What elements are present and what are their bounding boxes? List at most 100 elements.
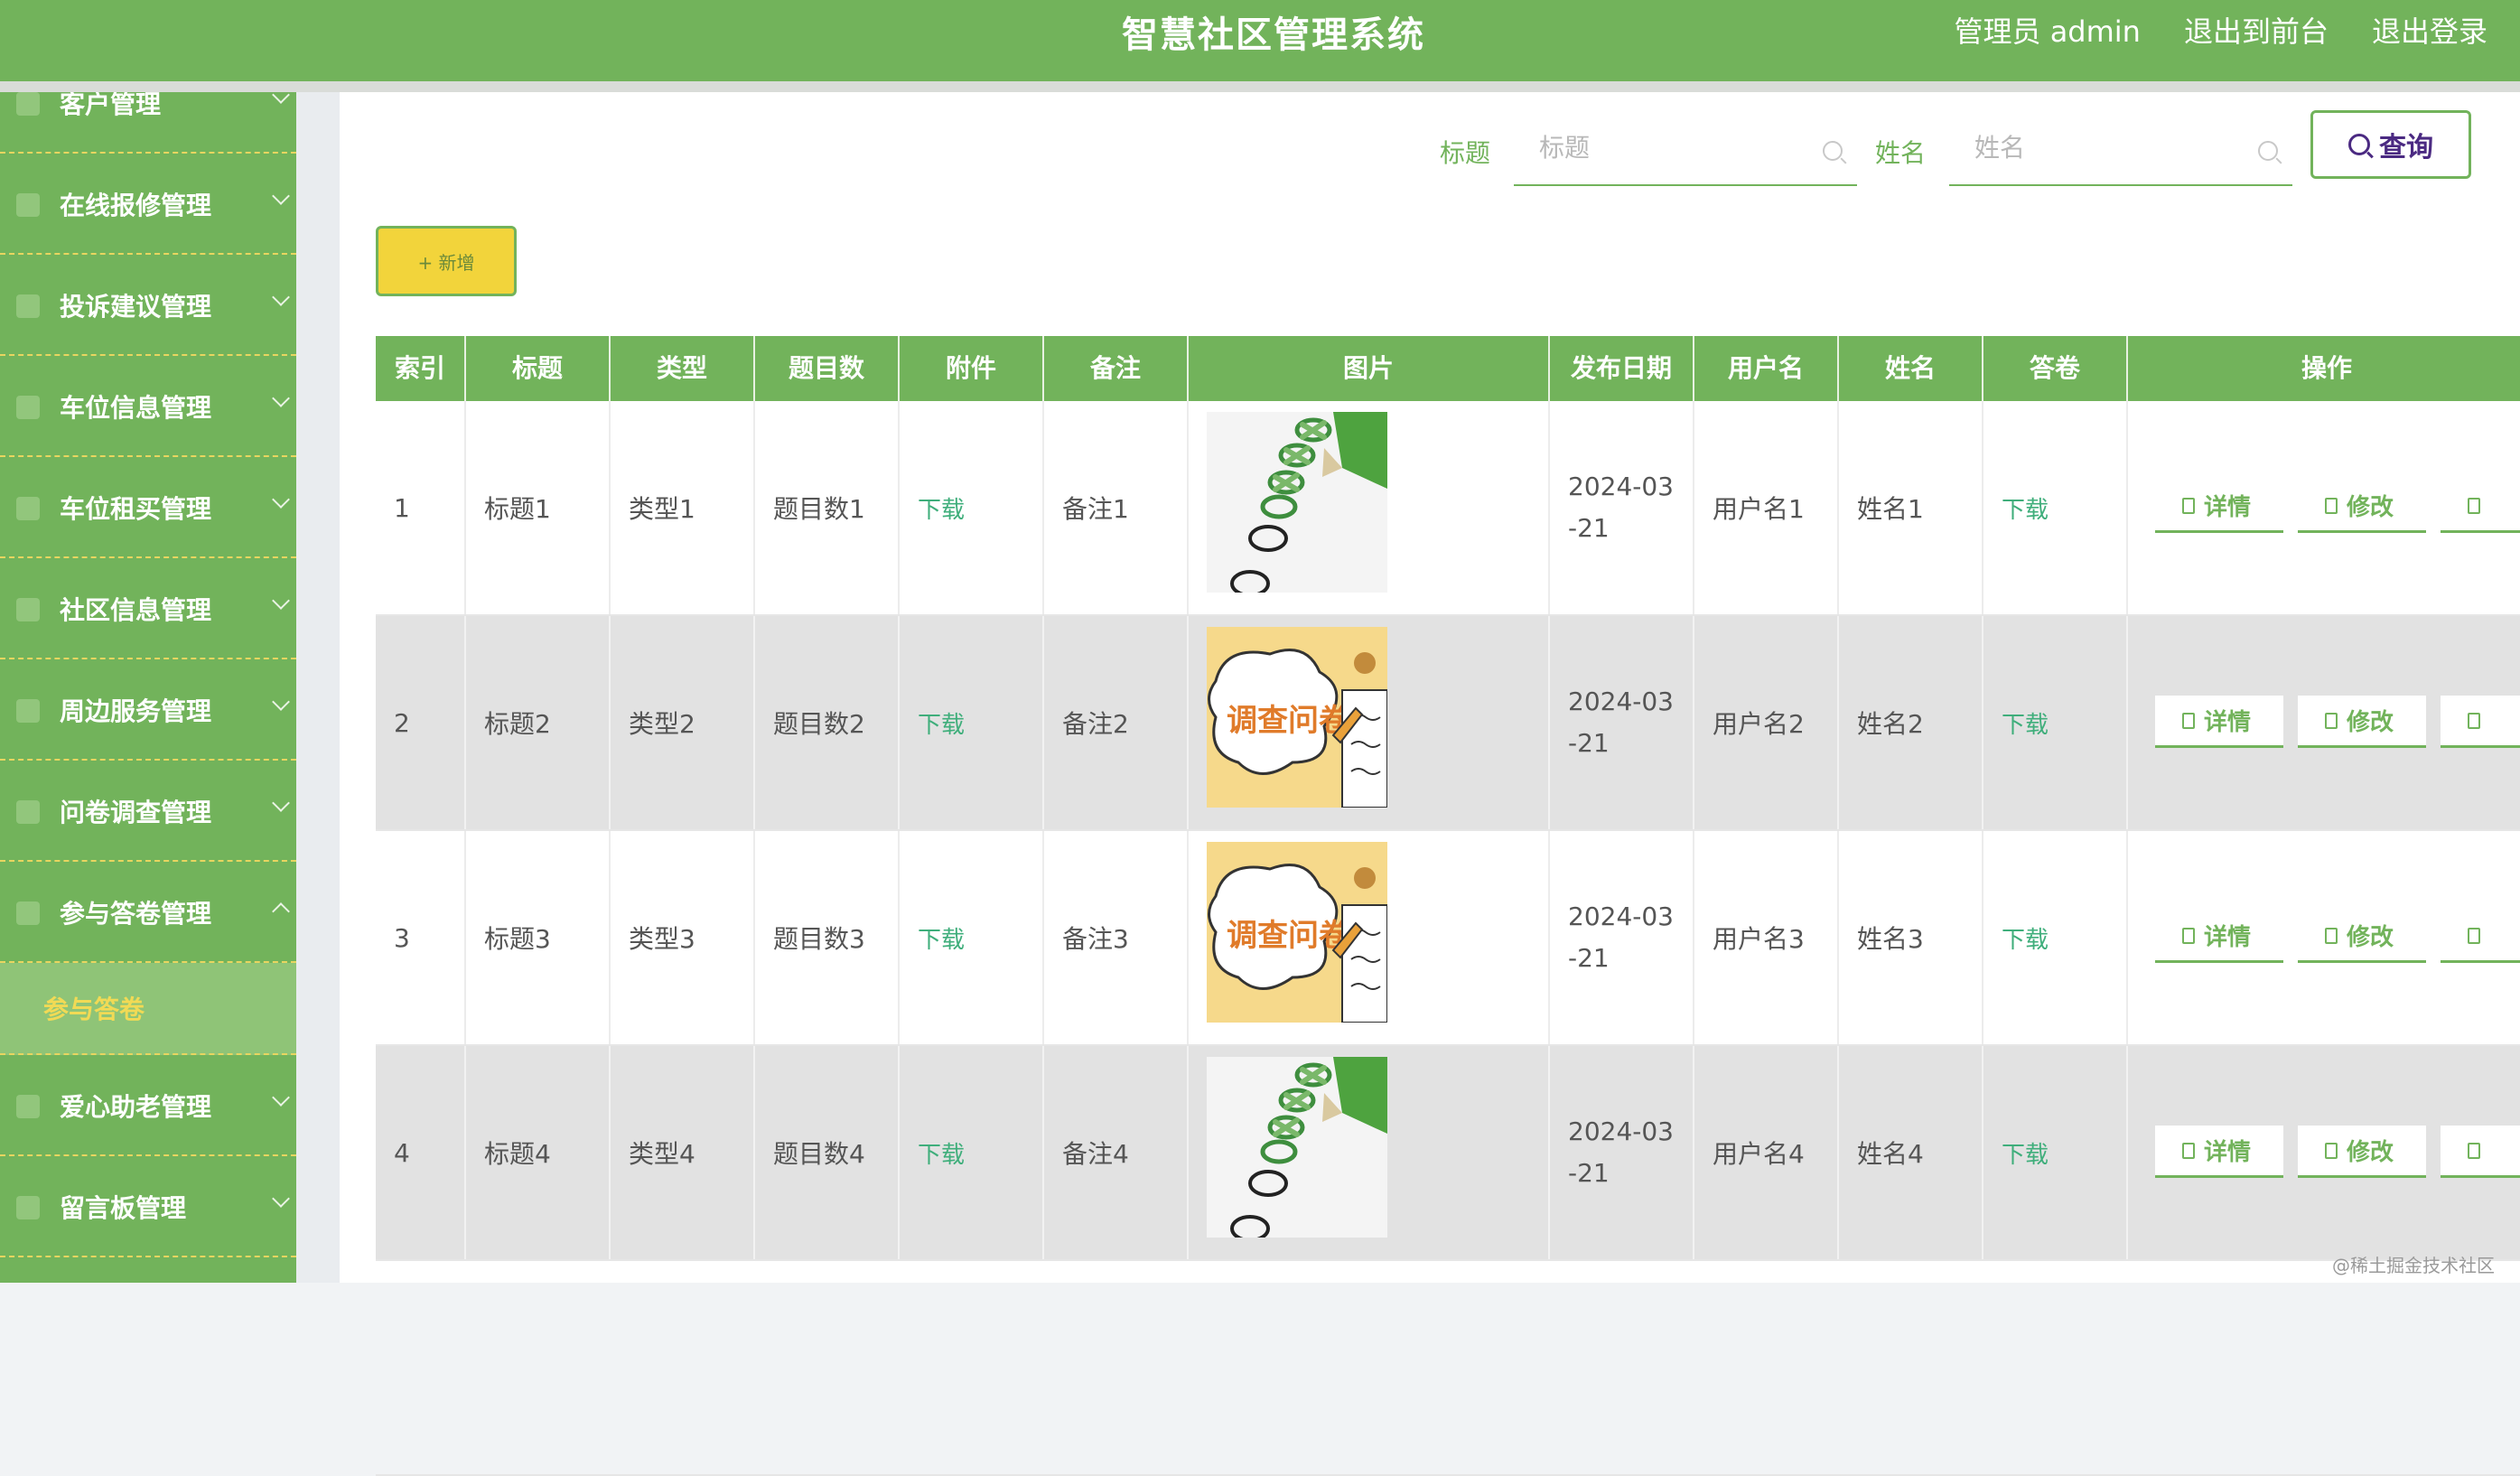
cell-text: 2024-03 -21	[1568, 472, 1674, 543]
cell-text: 用户名4	[1713, 1139, 1805, 1169]
sidebar-item-label: 周边服务管理	[60, 696, 212, 726]
cell-title: 标题2	[466, 616, 611, 829]
download-link[interactable]: 下载	[918, 491, 965, 525]
cell-username: 用户名1	[1694, 401, 1839, 614]
exit-front-link[interactable]: 退出到前台	[2184, 9, 2329, 51]
cell-text: 类型3	[629, 924, 695, 954]
cell-attach[interactable]: 下载	[900, 1046, 1044, 1259]
sidebar-item-answer[interactable]: 参与答卷管理	[0, 862, 296, 963]
pencil-icon	[2325, 1142, 2338, 1159]
cell-note: 备注1	[1044, 401, 1189, 614]
download-link[interactable]: 下载	[918, 1136, 965, 1170]
sidebar-item-label: 车位信息管理	[60, 393, 212, 423]
cell-note: 备注3	[1044, 831, 1189, 1044]
cell-type: 类型2	[611, 616, 755, 829]
search-icon	[2348, 134, 2370, 155]
cell-text: 备注1	[1062, 494, 1129, 524]
checklist-image	[1207, 412, 1387, 593]
download-link[interactable]: 下载	[2002, 1136, 2049, 1170]
sidebar-item-customer[interactable]: 客户管理	[0, 92, 296, 154]
download-link[interactable]: 下载	[2002, 491, 2049, 525]
cell-type: 类型3	[611, 831, 755, 1044]
chevron-down-icon	[272, 288, 290, 306]
cell-note: 备注4	[1044, 1046, 1189, 1259]
action-label: 详情	[2204, 709, 2252, 736]
cell-answer[interactable]: 下载	[1983, 831, 2128, 1044]
cell-text: 用户名1	[1713, 494, 1805, 524]
table-row: 3 标题3 类型3 题目数3 下载 备注3 调查问卷 2024-03 -21 用户名3 姓名3 下载…	[376, 831, 2520, 1046]
action-label: 修改	[2347, 494, 2394, 521]
edit-button[interactable]: 修改	[2298, 911, 2426, 963]
heart-icon	[16, 1095, 40, 1118]
row-image	[1207, 1057, 1387, 1238]
sidebar-item-complaint[interactable]: 投诉建议管理	[0, 255, 296, 356]
col-title: 标题	[466, 336, 611, 401]
sidebar-item-parking-info[interactable]: 车位信息管理	[0, 356, 296, 457]
delete-button[interactable]	[2441, 911, 2520, 963]
cell-text: 姓名3	[1857, 924, 1924, 954]
main-content: 标题 姓名 查询 + 新增 索引 标题 类型 题目数 附件 备注 图片 发布日期…	[340, 92, 2520, 1476]
trash-icon	[2468, 1142, 2480, 1159]
survey-image-caption: 调查问卷	[1227, 918, 1350, 954]
name-search-input[interactable]	[1949, 119, 2247, 175]
sidebar-item-community[interactable]: 社区信息管理	[0, 558, 296, 659]
detail-button[interactable]: 详情	[2155, 911, 2283, 963]
delete-button[interactable]	[2441, 696, 2520, 748]
cell-pic	[1189, 401, 1550, 614]
col-username: 用户名	[1694, 336, 1839, 401]
sidebar-item-repair[interactable]: 在线报修管理	[0, 154, 296, 255]
sidebar-item-elderly[interactable]: 爱心助老管理	[0, 1055, 296, 1156]
cell-text: 姓名4	[1857, 1139, 1924, 1169]
title-search-box	[1514, 119, 1857, 186]
sidebar-item-parking-rent[interactable]: 车位租买管理	[0, 457, 296, 558]
detail-button[interactable]: 详情	[2155, 481, 2283, 533]
pencil-icon	[2325, 927, 2338, 944]
sidebar-item-label: 投诉建议管理	[60, 292, 212, 322]
col-answer: 答卷	[1983, 336, 2128, 401]
cell-date: 2024-03 -21	[1550, 831, 1694, 1044]
cell-answer[interactable]: 下载	[1983, 616, 2128, 829]
chevron-down-icon	[272, 1088, 290, 1107]
trash-icon	[2468, 927, 2480, 944]
action-label: 详情	[2204, 924, 2252, 951]
cell-username: 用户名2	[1694, 616, 1839, 829]
cell-index: 2	[376, 616, 466, 829]
cell-text: 2024-03 -21	[1568, 901, 1674, 973]
detail-button[interactable]: 详情	[2155, 1126, 2283, 1178]
download-link[interactable]: 下载	[918, 921, 965, 955]
chevron-down-icon	[272, 794, 290, 812]
cell-text: 备注4	[1062, 1139, 1129, 1169]
cell-text: 题目数2	[773, 709, 865, 739]
query-button[interactable]: 查询	[2310, 110, 2471, 179]
logout-link[interactable]: 退出登录	[2372, 9, 2487, 51]
top-header: 智慧社区管理系统 管理员 admin 退出到前台 退出登录	[0, 0, 2520, 81]
cell-attach[interactable]: 下载	[900, 616, 1044, 829]
row-image	[1207, 412, 1387, 593]
download-link[interactable]: 下载	[2002, 921, 2049, 955]
add-button[interactable]: + 新增	[376, 226, 517, 296]
detail-button[interactable]: 详情	[2155, 696, 2283, 748]
delete-button[interactable]	[2441, 481, 2520, 533]
cell-index: 1	[376, 401, 466, 614]
sidebar-subitem-answer[interactable]: 参与答卷	[0, 963, 296, 1055]
delete-button[interactable]	[2441, 1126, 2520, 1178]
sidebar-item-service[interactable]: 周边服务管理	[0, 659, 296, 761]
cell-answer[interactable]: 下载	[1983, 401, 2128, 614]
edit-button[interactable]: 修改	[2298, 481, 2426, 533]
sidebar-item-board[interactable]: 留言板管理	[0, 1156, 296, 1257]
cell-date: 2024-03 -21	[1550, 401, 1694, 614]
action-label: 修改	[2347, 924, 2394, 951]
download-link[interactable]: 下载	[918, 706, 965, 740]
cell-date: 2024-03 -21	[1550, 1046, 1694, 1259]
sidebar-item-survey[interactable]: 问卷调查管理	[0, 761, 296, 862]
edit-button[interactable]: 修改	[2298, 696, 2426, 748]
sidebar-item-label: 参与答卷管理	[60, 899, 212, 929]
cell-count: 题目数2	[755, 616, 900, 829]
download-link[interactable]: 下载	[2002, 706, 2049, 740]
cell-attach[interactable]: 下载	[900, 401, 1044, 614]
cell-actions: 详情 修改	[2128, 616, 2520, 829]
edit-button[interactable]: 修改	[2298, 1126, 2426, 1178]
cell-answer[interactable]: 下载	[1983, 1046, 2128, 1259]
cell-attach[interactable]: 下载	[900, 831, 1044, 1044]
title-search-input[interactable]	[1514, 119, 1812, 175]
